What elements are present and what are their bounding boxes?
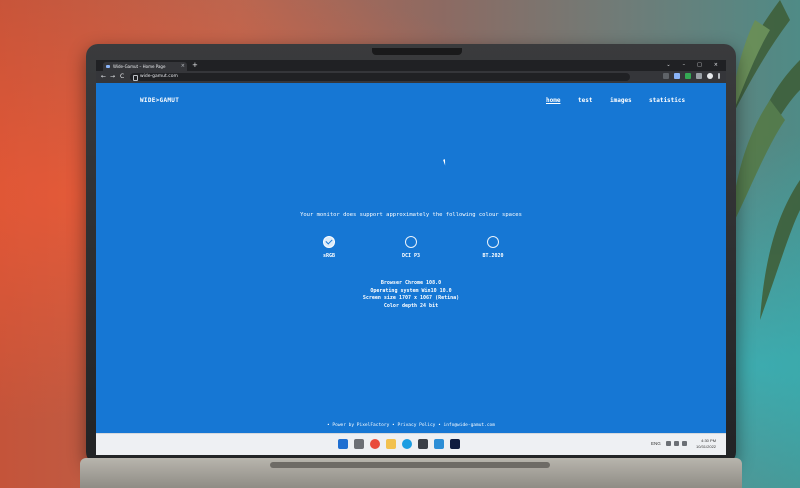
address-bar[interactable]: wide-gamut.com <box>130 73 630 81</box>
minimize-button[interactable]: – <box>683 60 686 71</box>
kebab-menu-icon[interactable] <box>718 73 720 79</box>
webcam-bar <box>372 48 462 55</box>
url-text: wide-gamut.com <box>140 74 178 79</box>
screen-size-info: Screen size 1707 x 1067 (Retina) <box>362 295 460 301</box>
nav-images[interactable]: images <box>610 97 632 104</box>
browser-tab-bar: Wide-Gamut – Home Page × + ⌄ – □ × <box>96 60 726 71</box>
close-window-button[interactable]: × <box>714 60 718 71</box>
mouse-cursor-icon <box>443 158 449 166</box>
checked-circle-icon <box>323 236 335 248</box>
color-space-srgb: sRGB <box>299 236 359 259</box>
taskbar-clock[interactable]: 4:30 PM 10/31/2022 <box>696 438 716 450</box>
extension-icon[interactable] <box>674 73 680 79</box>
support-headline: Your monitor does support approximately … <box>300 212 522 218</box>
check-icon <box>325 237 333 245</box>
lock-icon <box>133 75 138 81</box>
shield-icon[interactable] <box>685 73 691 79</box>
system-info: Browser Chrome 108.0 Operating system Wi… <box>96 280 726 310</box>
color-space-label: BT.2020 <box>482 253 504 259</box>
new-tab-button[interactable]: + <box>192 61 198 70</box>
photoshop-icon[interactable] <box>450 439 460 449</box>
os-info: Operating system Win10 10.0 <box>370 287 452 294</box>
extension-icons <box>663 73 720 79</box>
back-button[interactable]: ← <box>101 72 106 82</box>
laptop-screen: Wide-Gamut – Home Page × + ⌄ – □ × ← → C… <box>96 60 726 455</box>
color-space-label: sRGB <box>322 253 336 259</box>
browser-info: Browser Chrome 108.0 <box>380 280 442 286</box>
windows-taskbar: ENG 4:30 PM 10/31/2022 <box>96 433 726 455</box>
browser-toolbar: ← → C wide-gamut.com <box>96 71 726 83</box>
taskbar-apps <box>338 439 460 449</box>
color-depth-info: Color depth 24 bit <box>383 302 439 309</box>
store-icon[interactable] <box>418 439 428 449</box>
wifi-icon[interactable] <box>666 441 671 446</box>
search-icon[interactable] <box>354 439 364 449</box>
browser-tab[interactable]: Wide-Gamut – Home Page × <box>103 62 187 71</box>
folder-icon[interactable] <box>386 439 396 449</box>
page-footer[interactable]: • Power by PixelFactory • Privacy Policy… <box>96 423 726 428</box>
color-space-label: DCI P3 <box>401 253 421 259</box>
empty-circle-icon <box>487 236 499 248</box>
forward-button[interactable]: → <box>110 72 115 82</box>
edge-icon[interactable] <box>402 439 412 449</box>
laptop-hinge <box>270 462 550 468</box>
maximize-button[interactable]: □ <box>697 60 702 71</box>
nav-home[interactable]: home <box>546 97 560 104</box>
window-controls: ⌄ – □ × <box>666 60 718 71</box>
nav-statistics[interactable]: statistics <box>649 97 685 104</box>
clock-date: 10/31/2022 <box>696 444 717 449</box>
start-icon[interactable] <box>338 439 348 449</box>
system-tray <box>666 441 687 446</box>
color-space-dci-p3: DCI P3 <box>381 236 441 259</box>
tabs-menu-icon[interactable]: ⌄ <box>666 60 670 71</box>
reload-button[interactable]: C <box>120 72 124 82</box>
color-space-bt2020: BT.2020 <box>463 236 523 259</box>
share-icon[interactable] <box>663 73 669 79</box>
volume-icon[interactable] <box>674 441 679 446</box>
site-logo[interactable]: WIDE>GAMUT <box>140 97 179 104</box>
empty-circle-icon <box>405 236 417 248</box>
language-indicator[interactable]: ENG <box>651 441 661 446</box>
profile-avatar[interactable] <box>707 73 713 79</box>
battery-icon[interactable] <box>682 441 687 446</box>
tab-title: Wide-Gamut – Home Page <box>113 64 166 69</box>
web-page: WIDE>GAMUT home test images statistics Y… <box>96 83 726 433</box>
chrome-icon[interactable] <box>370 439 380 449</box>
nav-test[interactable]: test <box>578 97 592 104</box>
app-l-icon[interactable] <box>434 439 444 449</box>
favicon-icon <box>106 65 110 68</box>
puzzle-icon[interactable] <box>696 73 702 79</box>
close-tab-icon[interactable]: × <box>181 62 185 71</box>
